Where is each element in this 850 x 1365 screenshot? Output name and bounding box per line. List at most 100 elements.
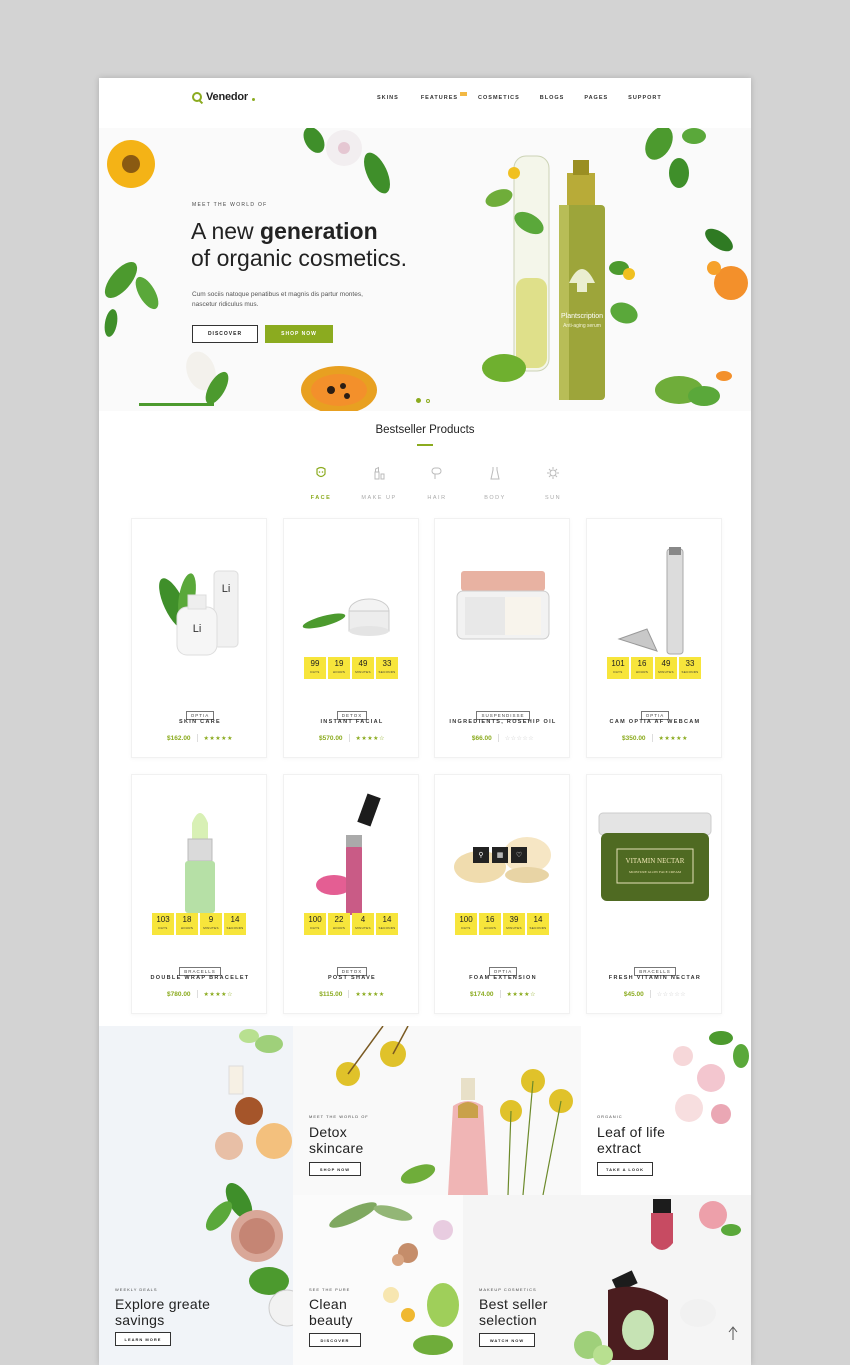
timer-hours: 18 HOURS: [176, 913, 198, 935]
divider: [497, 734, 499, 742]
product-card[interactable]: Li Li OPTIA SKIN CARE $162.00 ★★★★★: [131, 518, 267, 758]
jar-label: VITAMIN NECTAR: [626, 857, 685, 865]
product-name[interactable]: CAM OPTIA AF WEBCAM: [587, 719, 723, 725]
banner-title-line1: Explore greate: [115, 1296, 211, 1312]
wishlist-heart-icon[interactable]: ♡: [511, 847, 527, 863]
banner-title-line2: skincare: [309, 1140, 364, 1156]
banner-title-line1: Leaf of life: [597, 1124, 666, 1140]
product-card[interactable]: VITAMIN NECTAR MOISTURE GLOW FACE CREAM …: [586, 774, 722, 1014]
watch-now-button[interactable]: WATCH NOW: [479, 1333, 535, 1347]
shop-now-button[interactable]: SHOP NOW: [265, 325, 333, 343]
banner-leaf[interactable]: ORGANIC Leaf of life extract TAKE A LOOK: [581, 1026, 751, 1195]
timer-days: 101 DAYS: [607, 657, 629, 679]
banner-detox[interactable]: MEET THE WORLD OF Detox skincare SHOP NOW: [293, 1026, 581, 1195]
product-card[interactable]: 103 DAYS 18 HOURS 9 MINUTES 14 SECONDS BRACE…: [131, 774, 267, 1014]
nav-support[interactable]: SUPPORT: [628, 95, 662, 101]
take-a-look-button[interactable]: TAKE A LOOK: [597, 1162, 653, 1176]
product-name[interactable]: INGREDIENTS, ROSEHIP OIL: [435, 719, 571, 725]
timer-seconds: 14 SECONDS: [527, 913, 549, 935]
timer-label: MINUTES: [658, 670, 674, 674]
slider-dot-2[interactable]: [426, 398, 430, 403]
countdown-timer: 101 DAYS 16 HOURS 49 MINUTES 33 SECONDS: [607, 657, 701, 679]
product-price: $570.00: [319, 734, 343, 742]
timer-value: 100: [308, 915, 322, 924]
banner-clean[interactable]: SEE THE PURE Clean beauty DISCOVER: [293, 1195, 463, 1365]
bottle-sublabel: Anti-aging serum: [563, 323, 601, 329]
discover-banner-button[interactable]: DISCOVER: [309, 1333, 361, 1347]
slider-pagination: [416, 398, 430, 403]
product-name[interactable]: FRESH VITAMIN NECTAR: [587, 975, 723, 981]
banner-title: Clean beauty: [309, 1296, 353, 1328]
compare-icon[interactable]: ▦: [492, 847, 508, 863]
countdown-timer: 100 DAYS 22 HOURS 4 MINUTES 14 SECONDS: [304, 913, 398, 935]
timer-label: SECONDS: [378, 670, 396, 674]
product-card[interactable]: 101 DAYS 16 HOURS 49 MINUTES 33 SECONDS OPTI…: [586, 518, 722, 758]
nav-skins[interactable]: SKINS: [377, 95, 399, 101]
nav-cosmetics[interactable]: COSMETICS: [478, 95, 520, 101]
timer-minutes: 4 MINUTES: [352, 913, 374, 935]
divider: [196, 990, 198, 998]
product-card[interactable]: 99 DAYS 19 HOURS 49 MINUTES 33 SECONDS DETOX…: [283, 518, 419, 758]
timer-minutes: 9 MINUTES: [200, 913, 222, 935]
timer-value: 49: [358, 659, 368, 668]
rating-stars: ☆☆☆☆☆: [504, 735, 535, 742]
nav-blogs[interactable]: BLOGS: [540, 95, 565, 101]
timer-label: HOURS: [332, 670, 346, 674]
timer-value: 16: [485, 915, 495, 924]
product-name[interactable]: POST SHAVE: [284, 975, 420, 981]
timer-value: 103: [156, 915, 170, 924]
timer-label: SECONDS: [681, 670, 699, 674]
hero-description: Cum sociis natoque penatibus et magnis d…: [192, 291, 363, 308]
timer-seconds: 14 SECONDS: [224, 913, 246, 935]
logo[interactable]: Venedor: [192, 91, 256, 103]
scroll-to-top-icon[interactable]: [728, 1325, 738, 1341]
timer-value: 33: [685, 659, 695, 668]
tab-body[interactable]: BODY: [466, 466, 524, 504]
timer-label: HOURS: [332, 926, 346, 930]
face-icon: [316, 466, 326, 478]
product-price: $162.00: [167, 734, 191, 742]
banner-title-line2: extract: [597, 1140, 642, 1156]
product-card[interactable]: ⚲ ▦ ♡ 100 DAYS 16 HOURS 39 MINUTES 14 SECOND…: [434, 774, 570, 1014]
learn-more-button[interactable]: LEARN MORE: [115, 1332, 171, 1346]
product-card[interactable]: 100 DAYS 22 HOURS 4 MINUTES 14 SECONDS DETOX…: [283, 774, 419, 1014]
banner-title: Leaf of life extract: [597, 1124, 665, 1156]
quick-view-search-icon[interactable]: ⚲: [473, 847, 489, 863]
tab-make-up[interactable]: MAKE UP: [350, 466, 408, 504]
discover-button[interactable]: DISCOVER: [192, 325, 258, 343]
new-badge: [460, 92, 468, 96]
title-underline: [417, 444, 433, 446]
product-name[interactable]: DOUBLE WRAP BRACELET: [132, 975, 268, 981]
nav-features[interactable]: FEATURES: [421, 92, 468, 101]
bottle-label: Plantscription: [561, 313, 603, 320]
tab-sun[interactable]: SUN: [524, 466, 582, 504]
timer-days: 100 DAYS: [455, 913, 477, 935]
svg-text:Li: Li: [222, 583, 231, 595]
timer-hours: 22 HOURS: [328, 913, 350, 935]
timer-value: 19: [334, 659, 344, 668]
nav-pages[interactable]: PAGES: [584, 95, 608, 101]
timer-label: DAYS: [310, 670, 320, 674]
timer-value: 39: [509, 915, 519, 924]
countdown-timer: 100 DAYS 16 HOURS 39 MINUTES 14 SECONDS: [455, 913, 549, 935]
banner-best-seller[interactable]: MAKEUP COSMETICS Best seller selection WA…: [463, 1195, 751, 1365]
product-card[interactable]: SUSPENDISSE INGREDIENTS, ROSEHIP OIL $66…: [434, 518, 570, 758]
product-name[interactable]: FOAM EXTENSION: [435, 975, 571, 981]
price-row: $174.00 ★★★★☆: [435, 990, 571, 998]
jar-sublabel: MOISTURE GLOW FACE CREAM: [629, 870, 682, 874]
timer-label: DAYS: [310, 926, 320, 930]
tab-hair[interactable]: HAIR: [408, 466, 466, 504]
timer-value: 9: [208, 915, 214, 924]
timer-minutes: 39 MINUTES: [503, 913, 525, 935]
shop-now-banner-button[interactable]: SHOP NOW: [309, 1162, 361, 1176]
rating-stars: ★★★★★: [355, 991, 385, 998]
product-name[interactable]: INSTANT FACIAL: [284, 719, 420, 725]
banner-explore[interactable]: WEEKLY DEALS Explore greate savings LEARN…: [99, 1026, 293, 1365]
product-name[interactable]: SKIN CARE: [132, 719, 268, 725]
banner-title-line1: Detox: [309, 1124, 348, 1140]
banner-eyebrow: MEET THE WORLD OF: [309, 1114, 369, 1119]
tab-face[interactable]: FACE: [292, 466, 350, 504]
price-row: $115.00 ★★★★★: [284, 990, 420, 998]
timer-minutes: 49 MINUTES: [655, 657, 677, 679]
slider-dot-1[interactable]: [416, 398, 421, 403]
